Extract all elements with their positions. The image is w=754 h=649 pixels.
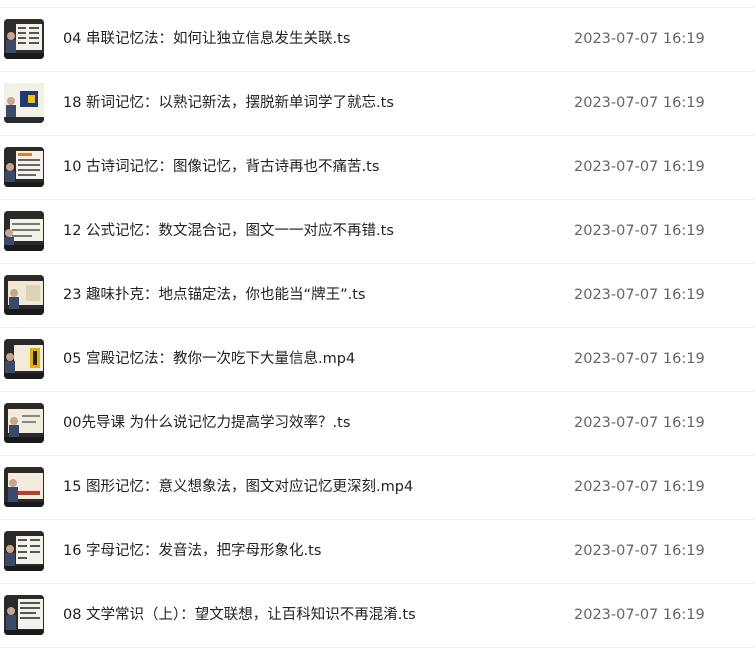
file-modified-date: 2023-07-07 16:19 <box>574 479 705 495</box>
video-thumbnail <box>4 147 44 187</box>
file-modified-date: 2023-07-07 16:19 <box>574 95 705 111</box>
file-row[interactable]: 08 文学常识（上）：望文联想，让百科知识不再混淆.ts 2023-07-07 … <box>0 584 754 648</box>
video-thumbnail <box>4 467 44 507</box>
file-modified-date: 2023-07-07 16:19 <box>574 31 705 47</box>
video-thumbnail <box>4 595 44 635</box>
file-row[interactable]: 23 趣味扑克：地点锚定法，你也能当“牌王”.ts 2023-07-07 16:… <box>0 264 754 328</box>
file-name[interactable]: 23 趣味扑克：地点锚定法，你也能当“牌王”.ts <box>63 285 365 305</box>
file-modified-date: 2023-07-07 16:19 <box>574 543 705 559</box>
file-name[interactable]: 10 古诗词记忆：图像记忆，背古诗再也不痛苦.ts <box>63 157 379 177</box>
file-name[interactable]: 18 新词记忆：以熟记新法，摆脱新单词学了就忘.ts <box>63 93 394 113</box>
file-modified-date: 2023-07-07 16:19 <box>574 607 705 623</box>
video-thumbnail <box>4 339 44 379</box>
file-row[interactable]: 18 新词记忆：以熟记新法，摆脱新单词学了就忘.ts 2023-07-07 16… <box>0 72 754 136</box>
video-thumbnail <box>4 403 44 443</box>
file-modified-date: 2023-07-07 16:19 <box>574 159 705 175</box>
file-name[interactable]: 16 字母记忆：发音法，把字母形象化.ts <box>63 541 321 561</box>
file-name[interactable]: 05 宫殿记忆法：教你一次吃下大量信息.mp4 <box>63 349 355 369</box>
video-thumbnail <box>4 19 44 59</box>
file-row[interactable]: 10 古诗词记忆：图像记忆，背古诗再也不痛苦.ts 2023-07-07 16:… <box>0 136 754 200</box>
video-thumbnail <box>4 211 44 251</box>
file-row[interactable]: 05 宫殿记忆法：教你一次吃下大量信息.mp4 2023-07-07 16:19 <box>0 328 754 392</box>
video-thumbnail <box>4 531 44 571</box>
file-modified-date: 2023-07-07 16:19 <box>574 287 705 303</box>
video-thumbnail <box>4 275 44 315</box>
file-name[interactable]: 08 文学常识（上）：望文联想，让百科知识不再混淆.ts <box>63 605 416 625</box>
file-list: 04 串联记忆法：如何让独立信息发生关联.ts 2023-07-07 16:19… <box>0 7 754 648</box>
file-row[interactable]: 00先导课 为什么说记忆力提高学习效率？.ts 2023-07-07 16:19 <box>0 392 754 456</box>
file-modified-date: 2023-07-07 16:19 <box>574 223 705 239</box>
file-modified-date: 2023-07-07 16:19 <box>574 351 705 367</box>
file-name[interactable]: 00先导课 为什么说记忆力提高学习效率？.ts <box>63 413 350 433</box>
video-thumbnail <box>4 83 44 123</box>
file-row[interactable]: 15 图形记忆：意义想象法，图文对应记忆更深刻.mp4 2023-07-07 1… <box>0 456 754 520</box>
file-modified-date: 2023-07-07 16:19 <box>574 415 705 431</box>
file-row[interactable]: 16 字母记忆：发音法，把字母形象化.ts 2023-07-07 16:19 <box>0 520 754 584</box>
file-name[interactable]: 12 公式记忆：数文混合记，图文一一对应不再错.ts <box>63 221 394 241</box>
file-row[interactable]: 12 公式记忆：数文混合记，图文一一对应不再错.ts 2023-07-07 16… <box>0 200 754 264</box>
file-name[interactable]: 15 图形记忆：意义想象法，图文对应记忆更深刻.mp4 <box>63 477 413 497</box>
file-name[interactable]: 04 串联记忆法：如何让独立信息发生关联.ts <box>63 29 350 49</box>
file-row[interactable]: 04 串联记忆法：如何让独立信息发生关联.ts 2023-07-07 16:19 <box>0 7 754 72</box>
